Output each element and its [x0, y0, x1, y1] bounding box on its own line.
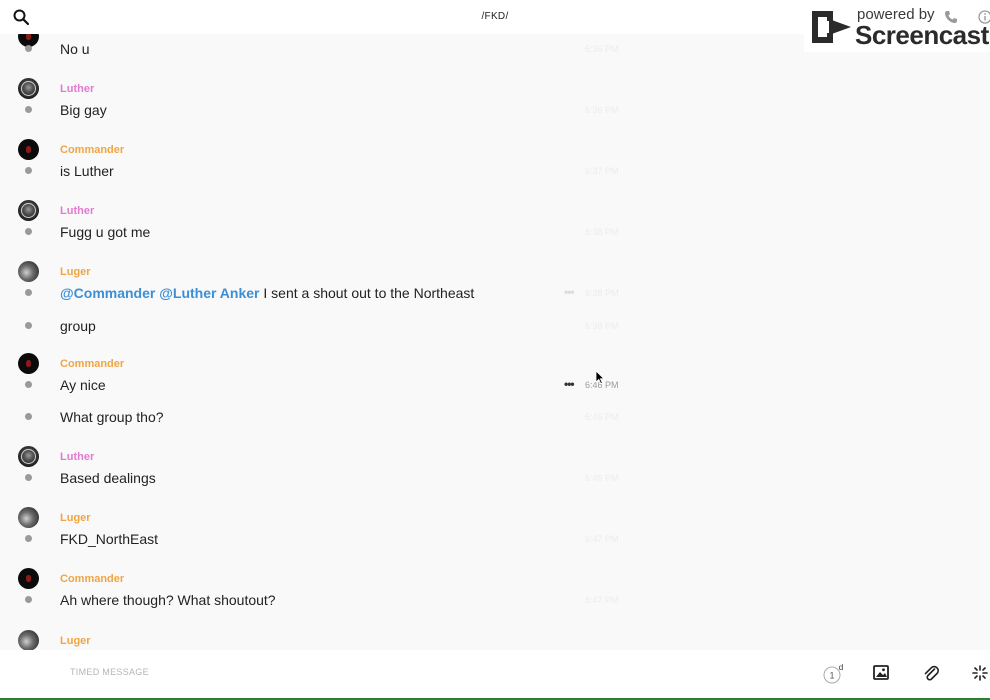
author-name[interactable]: Commander: [60, 144, 124, 156]
author-name[interactable]: Luger: [60, 635, 91, 647]
message-time: 6:47 PM: [585, 595, 619, 605]
message-bullet: [25, 322, 32, 329]
timer-button[interactable]: 1 d: [822, 663, 844, 685]
message-time: 6:47 PM: [585, 534, 619, 544]
message-bullet: [25, 45, 32, 52]
message-text: is Luther: [60, 163, 114, 179]
mention-luther-anker[interactable]: @Luther Anker: [159, 285, 259, 301]
more-icon[interactable]: •••: [564, 285, 575, 299]
avatar: [18, 446, 39, 467]
message-text: group: [60, 318, 96, 334]
message-time: 6:38 PM: [585, 288, 619, 298]
mouse-cursor-icon: [595, 370, 605, 385]
timer-value: 1: [829, 671, 834, 681]
avatar: [18, 353, 39, 374]
message-text: No u: [60, 41, 90, 57]
timer-unit: d: [839, 663, 843, 672]
author-name[interactable]: Commander: [60, 573, 124, 585]
watermark-brand: Screencastify: [855, 20, 990, 50]
avatar: [18, 200, 39, 221]
message-time: 6:46 PM: [585, 412, 619, 422]
screencastify-watermark: powered by Screencastify: [804, 4, 990, 52]
message-text: What group tho?: [60, 409, 164, 425]
message-text: Based dealings: [60, 470, 156, 486]
avatar: [18, 507, 39, 528]
author-name[interactable]: Luger: [60, 512, 91, 524]
author-name[interactable]: Commander: [60, 358, 124, 370]
avatar: [18, 78, 39, 99]
message-bullet: [25, 474, 32, 481]
author-name[interactable]: Luger: [60, 266, 91, 278]
author-name[interactable]: Luther: [60, 83, 94, 95]
author-name[interactable]: Luther: [60, 205, 94, 217]
message-bullet: [25, 535, 32, 542]
message-bullet: [25, 289, 32, 296]
sparkle-icon[interactable]: [971, 664, 989, 682]
message-text: FKD_NorthEast: [60, 531, 159, 547]
message-bullet: [25, 413, 32, 420]
message-body: I sent a shout out to the Northeast: [259, 285, 475, 301]
paperclip-icon[interactable]: [922, 664, 940, 682]
avatar: [18, 630, 39, 650]
message-text: Big gay: [60, 102, 107, 118]
avatar: [18, 261, 39, 282]
composer-bar: 1 d: [0, 650, 990, 698]
message-text: @Commander @Luther Anker I sent a shout …: [60, 285, 474, 301]
phone-icon[interactable]: [944, 10, 958, 24]
message-text: Fugg u got me: [60, 224, 151, 240]
message-bullet: [25, 381, 32, 388]
message-time: 6:36 PM: [585, 44, 619, 54]
info-icon[interactable]: [978, 10, 990, 24]
image-icon[interactable]: [872, 664, 890, 682]
mention-commander[interactable]: @Commander: [60, 285, 155, 301]
message-time: 6:46 PM: [585, 473, 619, 483]
message-time: 6:38 PM: [585, 227, 619, 237]
message-bullet: [25, 228, 32, 235]
message-text: Ay nice: [60, 377, 106, 393]
message-input[interactable]: [68, 666, 672, 678]
avatar: [18, 568, 39, 589]
avatar: [18, 139, 39, 160]
message-bullet: [25, 106, 32, 113]
more-icon[interactable]: •••: [564, 377, 575, 391]
screencastify-logo-icon: [812, 11, 851, 43]
message-bullet: [25, 596, 32, 603]
message-bullet: [25, 167, 32, 174]
message-time: 6:38 PM: [585, 321, 619, 331]
message-time: 6:37 PM: [585, 166, 619, 176]
message-time: 6:36 PM: [585, 105, 619, 115]
author-name[interactable]: Luther: [60, 451, 94, 463]
message-list: No u 6:36 PM Luther Big gay 6:36 PM Comm…: [0, 0, 990, 650]
message-text: Ah where though? What shoutout?: [60, 592, 276, 608]
